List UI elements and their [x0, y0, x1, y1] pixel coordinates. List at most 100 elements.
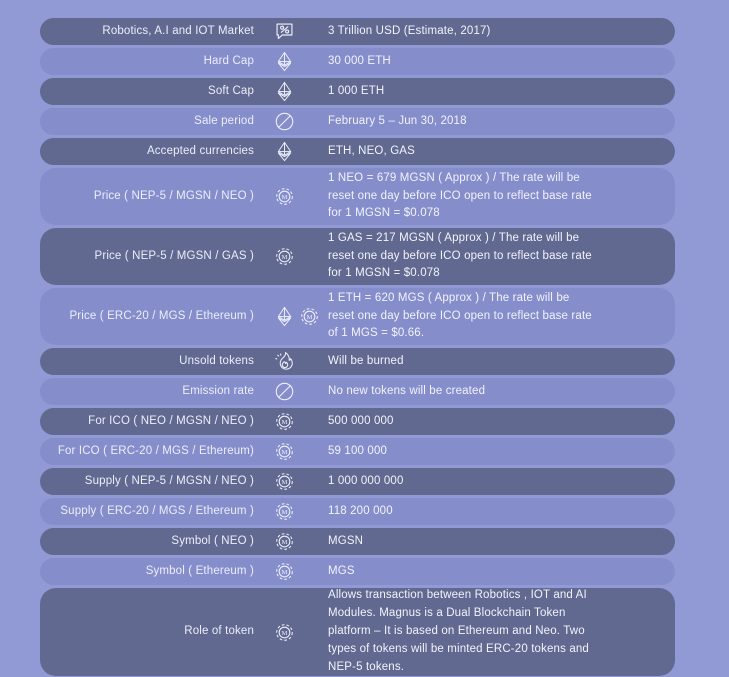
row-icon-group	[272, 381, 322, 402]
table-row: Supply ( NEP-5 / MGSN / NEO ) M 1 000 000 …	[40, 468, 675, 495]
row-value-line: 118 200 000	[328, 504, 393, 517]
row-icon-group	[272, 51, 322, 72]
row-icon-group: M	[272, 411, 322, 432]
svg-text:M: M	[282, 194, 288, 201]
magnus-token-icon: M	[274, 622, 295, 643]
row-value: 1 GAS = 217 MGSN ( Approx ) / The rate w…	[322, 230, 675, 283]
magnus-token-icon: M	[274, 411, 295, 432]
row-value-line: Will be burned	[328, 354, 404, 367]
flame-icon	[274, 351, 295, 372]
row-value: Will be burned	[322, 353, 675, 371]
table-row: Unsold tokens Will be burned	[40, 348, 675, 375]
row-value: MGS	[322, 563, 675, 581]
row-label: Accepted currencies	[146, 144, 254, 157]
row-label: For ICO ( NEO / MGSN / NEO )	[88, 414, 254, 427]
row-label: Price ( NEP-5 / MGSN / NEO )	[93, 189, 254, 202]
row-value: No new tokens will be created	[322, 383, 675, 401]
row-value-line: 1 ETH = 620 MGS ( Approx ) / The rate wi…	[328, 291, 570, 304]
svg-text:M: M	[282, 630, 288, 637]
svg-text:M: M	[282, 449, 288, 456]
row-icon-group: M	[272, 306, 322, 327]
row-value-line: February 5 – Jun 30, 2018	[328, 114, 467, 127]
circle-slash-icon	[274, 381, 295, 402]
row-value-line: MGSN	[328, 534, 364, 547]
row-icon-group: M	[272, 246, 322, 267]
row-label: Supply ( ERC-20 / MGS / Ethereum )	[60, 504, 254, 517]
table-row: Price ( NEP-5 / MGSN / GAS ) M 1 GAS = 217…	[40, 228, 675, 285]
row-value-line: Allows transaction between Robotics , IO…	[328, 589, 587, 602]
row-icon-group: M	[272, 622, 322, 643]
row-value: 1 000 ETH	[322, 83, 675, 101]
row-value: 59 100 000	[322, 443, 675, 461]
magnus-token-icon: M	[274, 246, 295, 267]
row-value-line: 3 Trillion USD (Estimate, 2017)	[328, 24, 491, 37]
svg-text:M: M	[307, 314, 313, 321]
row-value: 1 ETH = 620 MGS ( Approx ) / The rate wi…	[322, 290, 675, 343]
row-icon-group: M	[272, 441, 322, 462]
magnus-token-icon: M	[274, 471, 295, 492]
row-icon-group: M	[272, 501, 322, 522]
row-value-line: NEP-5 tokens.	[328, 660, 405, 673]
row-value-line: No new tokens will be created	[328, 384, 486, 397]
table-row: Symbol ( NEO ) M MGSN	[40, 528, 675, 555]
magnus-token-icon: M	[299, 306, 320, 327]
row-value: 118 200 000	[322, 503, 675, 521]
row-value: ETH, NEO, GAS	[322, 143, 675, 161]
row-value: February 5 – Jun 30, 2018	[322, 113, 675, 131]
svg-text:M: M	[282, 509, 288, 516]
row-icon-group	[272, 351, 322, 372]
magnus-token-icon: M	[274, 531, 295, 552]
magnus-token-icon: M	[274, 501, 295, 522]
row-value-line: of 1 MGS = $0.66.	[328, 327, 425, 340]
row-value-line: reset one day before ICO open to reflect…	[328, 309, 592, 322]
row-value-line: 1 NEO = 679 MGSN ( Approx ) / The rate w…	[328, 171, 580, 184]
svg-text:M: M	[282, 569, 288, 576]
row-icon-group: M	[272, 471, 322, 492]
row-label: Price ( NEP-5 / MGSN / GAS )	[94, 249, 254, 262]
table-row: Supply ( ERC-20 / MGS / Ethereum ) M 118 2…	[40, 498, 675, 525]
row-label: Role of token	[184, 625, 254, 638]
table-row: Robotics, A.I and IOT Market 3 Trillion U…	[40, 18, 675, 45]
row-value-line: 1 GAS = 217 MGSN ( Approx ) / The rate w…	[328, 231, 580, 244]
row-value-line: for 1 MGSN = $0.078	[328, 267, 440, 280]
row-value: 1 NEO = 679 MGSN ( Approx ) / The rate w…	[322, 170, 675, 223]
row-icon-group: M	[272, 531, 322, 552]
row-label: Robotics, A.I and IOT Market	[102, 24, 254, 37]
row-value: MGSN	[322, 533, 675, 551]
row-value-line: for 1 MGSN = $0.078	[328, 207, 440, 220]
row-icon-group	[272, 21, 322, 42]
row-value: 30 000 ETH	[322, 53, 675, 71]
row-value-line: reset one day before ICO open to reflect…	[328, 189, 592, 202]
row-label: Symbol ( NEO )	[171, 534, 254, 547]
row-value: 3 Trillion USD (Estimate, 2017)	[322, 23, 675, 41]
row-label: Symbol ( Ethereum )	[145, 564, 254, 577]
row-label: Supply ( NEP-5 / MGSN / NEO )	[84, 474, 254, 487]
magnus-token-icon: M	[274, 186, 295, 207]
table-row: For ICO ( NEO / MGSN / NEO ) M 500 000 000	[40, 408, 675, 435]
table-row: Symbol ( Ethereum ) M MGS	[40, 558, 675, 585]
magnus-token-icon: M	[274, 441, 295, 462]
row-icon-group: M	[272, 186, 322, 207]
table-row: For ICO ( ERC-20 / MGS / Ethereum) M 59 10…	[40, 438, 675, 465]
row-icon-group	[272, 111, 322, 132]
row-value-line: 59 100 000	[328, 444, 388, 457]
row-value: 500 000 000	[322, 413, 675, 431]
row-label: For ICO ( ERC-20 / MGS / Ethereum)	[57, 444, 254, 457]
row-value-line: 500 000 000	[328, 414, 394, 427]
row-label: Unsold tokens	[179, 354, 254, 367]
svg-text:M: M	[282, 254, 288, 261]
row-icon-group	[272, 141, 322, 162]
row-label: Hard Cap	[203, 54, 254, 67]
svg-text:M: M	[282, 539, 288, 546]
row-icon-group	[272, 81, 322, 102]
row-value-line: platform – It is based on Ethereum and N…	[328, 625, 585, 638]
row-label: Sale period	[194, 114, 254, 127]
table-row: Price ( NEP-5 / MGSN / NEO ) M 1 NEO = 679…	[40, 168, 675, 225]
percent-bubble-icon	[274, 21, 295, 42]
row-value-line: MGS	[328, 564, 355, 577]
row-value-line: 1 000 000 000	[328, 474, 404, 487]
row-value-line: Modules. Magnus is a Dual Blockchain Tok…	[328, 607, 566, 620]
row-label: Soft Cap	[208, 84, 254, 97]
ethereum-icon	[274, 306, 295, 327]
row-label: Price ( ERC-20 / MGS / Ethereum )	[69, 309, 254, 322]
